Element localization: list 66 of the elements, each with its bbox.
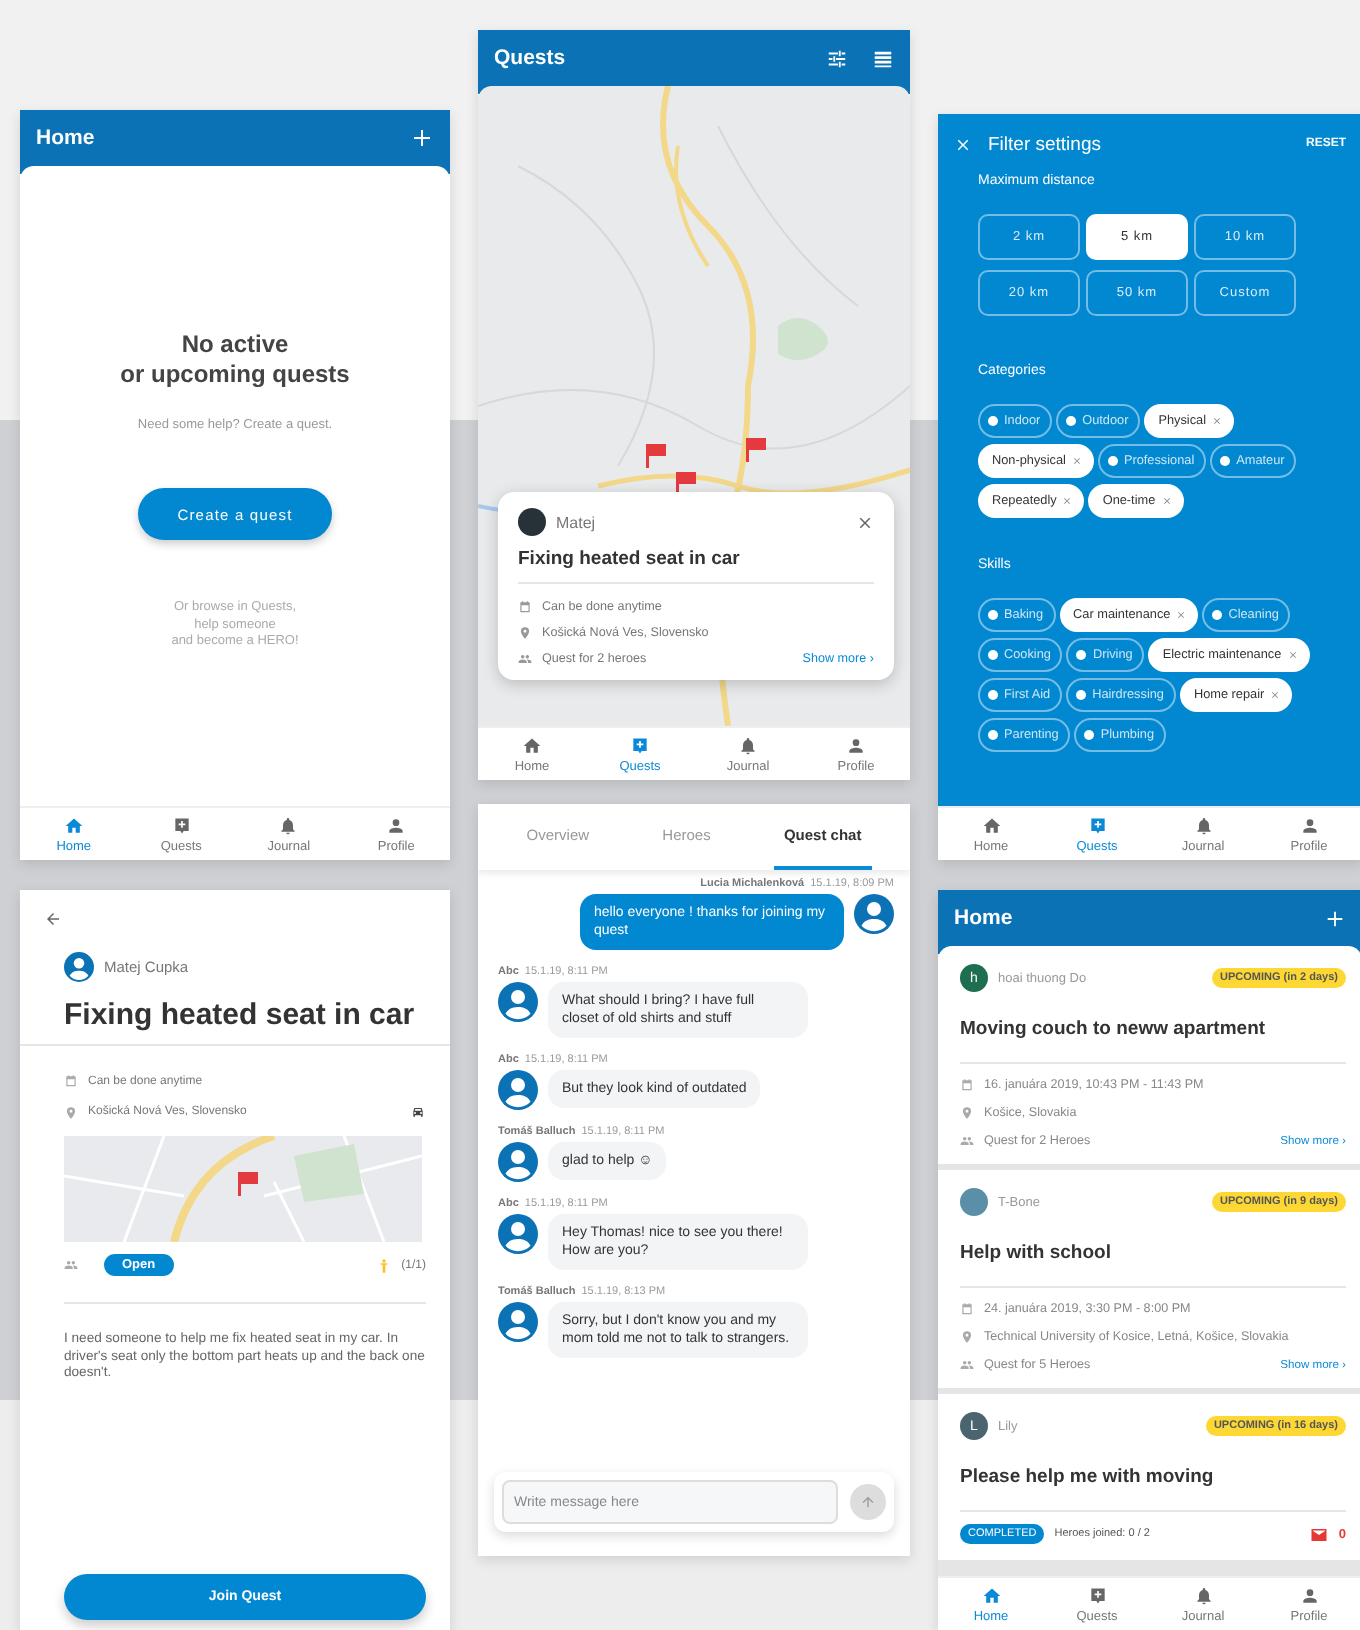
avatar-icon [498, 1142, 538, 1182]
people-icon [518, 652, 532, 666]
bell-icon [278, 815, 299, 835]
location-pin-icon [64, 1105, 78, 1119]
avatar-photo [518, 508, 546, 536]
screen-title: Home [954, 906, 1013, 930]
add-icon[interactable] [410, 126, 434, 150]
home-icon [522, 735, 542, 755]
avatar-photo [960, 1188, 988, 1216]
remove-icon [1071, 456, 1082, 466]
bell-icon [1193, 1585, 1213, 1605]
close-icon[interactable] [954, 135, 972, 153]
filter-icon[interactable] [826, 47, 848, 69]
close-icon[interactable] [856, 513, 874, 531]
people-icon [960, 1358, 974, 1372]
quest-icon [1087, 1585, 1107, 1605]
add-icon[interactable] [1324, 907, 1346, 929]
home-icon [981, 815, 1001, 835]
quest-title: Help with school [960, 1242, 1113, 1264]
bell-icon [738, 735, 758, 755]
mail-icon[interactable] [1310, 1525, 1329, 1543]
avatar-icon [498, 1302, 538, 1342]
calendar-icon [518, 600, 532, 614]
avatar-icon [64, 952, 94, 982]
screen-title: Filter settings [988, 133, 1103, 155]
quest-icon [1087, 815, 1107, 835]
quest-icon [630, 735, 650, 755]
calendar-icon [960, 1078, 974, 1092]
person-icon [1299, 815, 1319, 835]
screen-title: Quests [494, 46, 566, 70]
person-icon [1299, 1585, 1319, 1605]
hero-figure-icon [375, 1257, 392, 1273]
person-icon [386, 815, 407, 835]
avatar-icon [498, 1070, 538, 1110]
person-icon [846, 735, 866, 755]
remove-icon [1287, 650, 1298, 660]
list-icon[interactable] [872, 47, 894, 69]
back-arrow-icon[interactable] [44, 910, 62, 928]
remove-icon [1161, 496, 1172, 506]
location-pin-icon [518, 626, 532, 640]
calendar-icon [960, 1302, 974, 1316]
quest-icon [171, 815, 192, 835]
remove-icon [1212, 416, 1223, 426]
people-icon [960, 1134, 974, 1148]
remove-icon [1176, 610, 1187, 620]
quest-title: Fixing heated seat in car [518, 548, 742, 570]
empty-state-heading: No active or upcoming quests [120, 330, 350, 390]
home-icon [981, 1585, 1001, 1605]
calendar-icon [64, 1074, 78, 1088]
remove-icon [1062, 496, 1073, 506]
avatar-icon [498, 1214, 538, 1254]
arrow-up-icon [860, 1494, 876, 1510]
avatar-icon [854, 894, 894, 934]
quest-title: Moving couch to neww apartment [960, 1018, 1268, 1040]
people-icon [64, 1258, 78, 1272]
screen-title: Home [36, 126, 95, 150]
home-icon [63, 815, 84, 835]
location-pin-icon [960, 1106, 974, 1120]
car-icon [410, 1104, 426, 1120]
quest-title: Please help me with moving [960, 1466, 1216, 1488]
quest-title: Fixing heated seat in car [62, 998, 417, 1032]
author-name: Matej [556, 513, 598, 531]
remove-icon [1270, 690, 1281, 700]
bell-icon [1193, 815, 1213, 835]
avatar-icon [498, 982, 538, 1022]
location-pin-icon [960, 1330, 974, 1344]
